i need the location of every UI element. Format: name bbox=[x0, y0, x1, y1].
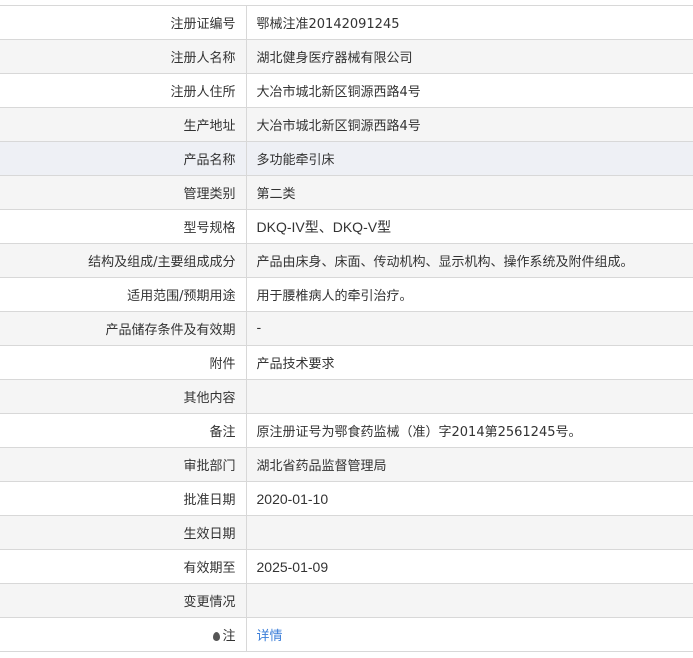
row-change-status: 变更情况 bbox=[0, 583, 693, 618]
row-label: 其他内容 bbox=[0, 379, 247, 414]
row-label: 变更情况 bbox=[0, 583, 247, 618]
row-label: 管理类别 bbox=[0, 175, 247, 210]
row-value: DKQ-IV型、DKQ-V型 bbox=[246, 209, 693, 244]
row-label: 产品储存条件及有效期 bbox=[0, 311, 247, 346]
row-storage-validity: 产品储存条件及有效期 - bbox=[0, 311, 693, 346]
row-value: - bbox=[246, 311, 693, 346]
row-value bbox=[246, 515, 693, 550]
row-value: 产品由床身、床面、传动机构、显示机构、操作系统及附件组成。 bbox=[246, 243, 693, 278]
row-label: 生产地址 bbox=[0, 107, 247, 142]
row-label: 型号规格 bbox=[0, 209, 247, 244]
row-intended-use: 适用范围/预期用途 用于腰椎病人的牵引治疗。 bbox=[0, 277, 693, 312]
details-link[interactable]: 详情 bbox=[257, 629, 283, 644]
row-label: 附件 bbox=[0, 345, 247, 380]
row-value: 用于腰椎病人的牵引治疗。 bbox=[246, 277, 693, 312]
row-value: 湖北省药品监督管理局 bbox=[246, 447, 693, 482]
row-note: 注 详情 bbox=[0, 617, 693, 652]
row-label: 结构及组成/主要组成成分 bbox=[0, 243, 247, 278]
row-product-name: 产品名称 多功能牵引床 bbox=[0, 141, 693, 176]
row-label: 产品名称 bbox=[0, 141, 247, 176]
row-attachment: 附件 产品技术要求 bbox=[0, 345, 693, 380]
row-value: 原注册证号为鄂食药监械（准）字2014第2561245号。 bbox=[246, 413, 693, 448]
note-label-cell: 注 bbox=[0, 617, 247, 652]
row-value: 鄂械注准20142091245 bbox=[246, 5, 693, 40]
row-label: 注册证编号 bbox=[0, 5, 247, 40]
row-label: 审批部门 bbox=[0, 447, 247, 482]
row-management-category: 管理类别 第二类 bbox=[0, 175, 693, 210]
row-structure-composition: 结构及组成/主要组成成分 产品由床身、床面、传动机构、显示机构、操作系统及附件组… bbox=[0, 243, 693, 278]
row-approval-date: 批准日期 2020-01-10 bbox=[0, 481, 693, 516]
row-value: 2025-01-09 bbox=[246, 549, 693, 584]
row-registrant-address: 注册人住所 大冶市城北新区铜源西路4号 bbox=[0, 73, 693, 108]
row-label: 注册人名称 bbox=[0, 39, 247, 74]
row-value bbox=[246, 379, 693, 414]
note-label: 注 bbox=[222, 629, 236, 644]
row-valid-until: 有效期至 2025-01-09 bbox=[0, 549, 693, 584]
row-value bbox=[246, 583, 693, 618]
row-value: 多功能牵引床 bbox=[246, 141, 693, 176]
row-production-address: 生产地址 大冶市城北新区铜源西路4号 bbox=[0, 107, 693, 142]
row-label: 适用范围/预期用途 bbox=[0, 277, 247, 312]
row-value: 大冶市城北新区铜源西路4号 bbox=[246, 107, 693, 142]
note-value-cell: 详情 bbox=[246, 617, 693, 652]
row-label: 有效期至 bbox=[0, 549, 247, 584]
row-value: 第二类 bbox=[246, 175, 693, 210]
row-registrant-name: 注册人名称 湖北健身医疗器械有限公司 bbox=[0, 39, 693, 74]
row-other-content: 其他内容 bbox=[0, 379, 693, 414]
row-label: 备注 bbox=[0, 413, 247, 448]
note-pin-icon bbox=[213, 632, 221, 641]
row-label: 生效日期 bbox=[0, 515, 247, 550]
row-remarks: 备注 原注册证号为鄂食药监械（准）字2014第2561245号。 bbox=[0, 413, 693, 448]
row-value: 湖北健身医疗器械有限公司 bbox=[246, 39, 693, 74]
row-label: 批准日期 bbox=[0, 481, 247, 516]
row-value: 产品技术要求 bbox=[246, 345, 693, 380]
row-effective-date: 生效日期 bbox=[0, 515, 693, 550]
row-value: 2020-01-10 bbox=[246, 481, 693, 516]
row-approval-department: 审批部门 湖北省药品监督管理局 bbox=[0, 447, 693, 482]
row-model-spec: 型号规格 DKQ-IV型、DKQ-V型 bbox=[0, 209, 693, 244]
row-registration-number: 注册证编号 鄂械注准20142091245 bbox=[0, 5, 693, 40]
registration-detail-table: 注册证编号 鄂械注准20142091245 注册人名称 湖北健身医疗器械有限公司… bbox=[0, 5, 693, 652]
row-label: 注册人住所 bbox=[0, 73, 247, 108]
row-value: 大冶市城北新区铜源西路4号 bbox=[246, 73, 693, 108]
